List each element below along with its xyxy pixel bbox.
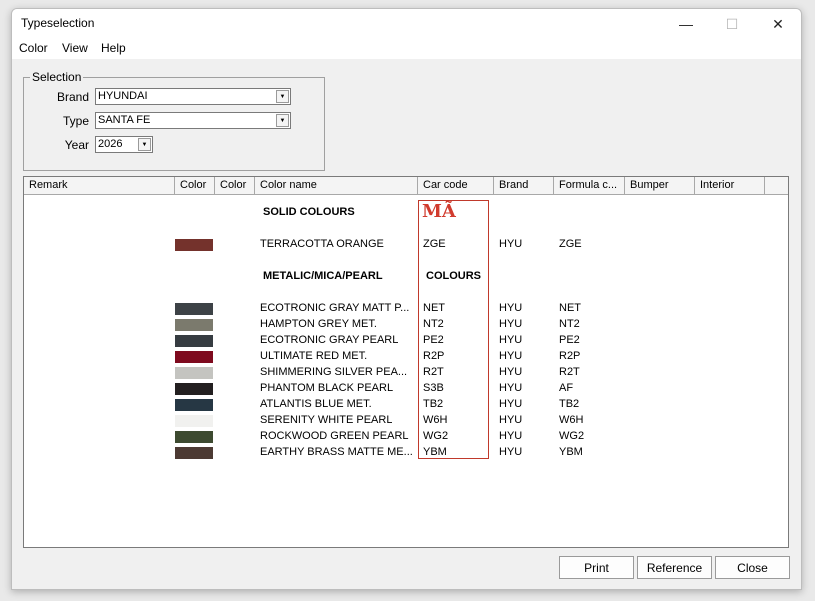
- brand-cell: HYU: [499, 382, 523, 394]
- section-colours-label: COLOURS: [426, 270, 481, 282]
- color-name-cell: TERRACOTTA ORANGE: [260, 238, 384, 250]
- brand-value: HYUNDAI: [98, 90, 148, 102]
- menu-view[interactable]: View: [62, 41, 88, 55]
- menu-color[interactable]: Color: [19, 41, 48, 55]
- brand-dropdown[interactable]: HYUNDAI ▼: [95, 88, 291, 105]
- color-name-cell: EARTHY BRASS MATTE ME...: [260, 446, 413, 458]
- car-code-cell: S3B: [423, 382, 444, 394]
- car-code-cell: W6H: [423, 414, 448, 426]
- color-swatch: [175, 351, 213, 363]
- year-dropdown[interactable]: 2026 ▼: [95, 136, 153, 153]
- formula-cell: PE2: [559, 334, 580, 346]
- column-car-code[interactable]: Car code: [418, 177, 494, 194]
- title-bar[interactable]: Typeselection — ☐ ✕: [12, 9, 801, 39]
- car-code-cell: R2P: [423, 350, 445, 362]
- type-label: Type: [62, 114, 89, 128]
- brand-cell: HYU: [499, 446, 523, 458]
- print-button[interactable]: Print: [559, 556, 634, 579]
- section-solid-colours: SOLID COLOURS: [263, 206, 355, 218]
- column-color-2[interactable]: Color: [215, 177, 255, 194]
- color-swatch: [175, 383, 213, 395]
- color-swatch: [175, 239, 213, 251]
- close-window-button[interactable]: ✕: [755, 9, 801, 39]
- list-header: Remark Color Color Color name Car code B…: [24, 177, 788, 195]
- column-bumper[interactable]: Bumper: [625, 177, 695, 194]
- formula-cell: AF: [559, 382, 574, 394]
- column-remark[interactable]: Remark: [24, 177, 175, 194]
- chevron-down-icon[interactable]: ▼: [138, 138, 151, 151]
- menu-bar: Color View Help: [12, 39, 801, 59]
- selection-legend: Selection: [30, 70, 84, 84]
- formula-cell: YBM: [559, 446, 583, 458]
- brand-cell: HYU: [499, 302, 523, 314]
- close-button[interactable]: Close: [715, 556, 790, 579]
- color-name-cell: ULTIMATE RED MET.: [260, 350, 368, 362]
- brand-cell: HYU: [499, 318, 523, 330]
- formula-cell: R2T: [559, 366, 580, 378]
- color-name-cell: PHANTOM BLACK PEARL: [260, 382, 394, 394]
- minimize-button[interactable]: —: [663, 9, 709, 39]
- color-name-cell: ECOTRONIC GRAY MATT P...: [260, 302, 410, 314]
- column-color-name[interactable]: Color name: [255, 177, 418, 194]
- column-interior[interactable]: Interior: [695, 177, 765, 194]
- formula-cell: TB2: [559, 398, 580, 410]
- type-selection-window: Typeselection — ☐ ✕ Color View Help Sele…: [11, 8, 802, 590]
- brand-cell: HYU: [499, 350, 523, 362]
- chevron-down-icon[interactable]: ▼: [276, 90, 289, 103]
- color-name-cell: SHIMMERING SILVER PEA...: [260, 366, 408, 378]
- color-swatch: [175, 335, 213, 347]
- color-name-cell: HAMPTON GREY MET.: [260, 318, 377, 330]
- car-code-cell: YBM: [423, 446, 447, 458]
- color-swatch: [175, 319, 213, 331]
- window-title: Typeselection: [21, 16, 95, 30]
- car-code-cell: NET: [423, 302, 445, 314]
- car-code-cell: WG2: [423, 430, 449, 442]
- color-swatch: [175, 303, 213, 315]
- menu-help[interactable]: Help: [101, 41, 126, 55]
- column-brand[interactable]: Brand: [494, 177, 554, 194]
- section-metallic: METALIC/MICA/PEARL: [263, 270, 383, 282]
- color-swatch: [175, 447, 213, 459]
- formula-cell: W6H: [559, 414, 584, 426]
- type-value: SANTA FE: [98, 114, 151, 126]
- color-list[interactable]: Remark Color Color Color name Car code B…: [23, 176, 789, 548]
- color-name-cell: SERENITY WHITE PEARL: [260, 414, 393, 426]
- car-code-cell: NT2: [423, 318, 444, 330]
- brand-cell: HYU: [499, 366, 523, 378]
- car-code-cell: PE2: [423, 334, 444, 346]
- brand-cell: HYU: [499, 334, 523, 346]
- column-color-1[interactable]: Color: [175, 177, 215, 194]
- color-swatch: [175, 415, 213, 427]
- reference-button[interactable]: Reference: [637, 556, 712, 579]
- chevron-down-icon[interactable]: ▼: [276, 114, 289, 127]
- year-value: 2026: [98, 138, 123, 150]
- car-code-cell: ZGE: [423, 238, 446, 250]
- brand-cell: HYU: [499, 430, 523, 442]
- brand-label: Brand: [56, 90, 89, 104]
- type-dropdown[interactable]: SANTA FE ▼: [95, 112, 291, 129]
- color-name-cell: ATLANTIS BLUE MET.: [260, 398, 372, 410]
- maximize-button: ☐: [725, 15, 739, 32]
- color-swatch: [175, 367, 213, 379]
- formula-cell: NET: [559, 302, 581, 314]
- brand-cell: HYU: [499, 238, 523, 250]
- color-swatch: [175, 431, 213, 443]
- column-formula-code[interactable]: Formula c...: [554, 177, 625, 194]
- brand-cell: HYU: [499, 398, 523, 410]
- car-code-cell: R2T: [423, 366, 444, 378]
- formula-cell: NT2: [559, 318, 580, 330]
- color-name-cell: ROCKWOOD GREEN PEARL: [260, 430, 409, 442]
- year-label: Year: [64, 138, 89, 152]
- brand-cell: HYU: [499, 414, 523, 426]
- color-swatch: [175, 399, 213, 411]
- color-name-cell: ECOTRONIC GRAY PEARL: [260, 334, 399, 346]
- formula-cell: ZGE: [559, 238, 582, 250]
- formula-cell: R2P: [559, 350, 581, 362]
- car-code-cell: TB2: [423, 398, 444, 410]
- formula-cell: WG2: [559, 430, 585, 442]
